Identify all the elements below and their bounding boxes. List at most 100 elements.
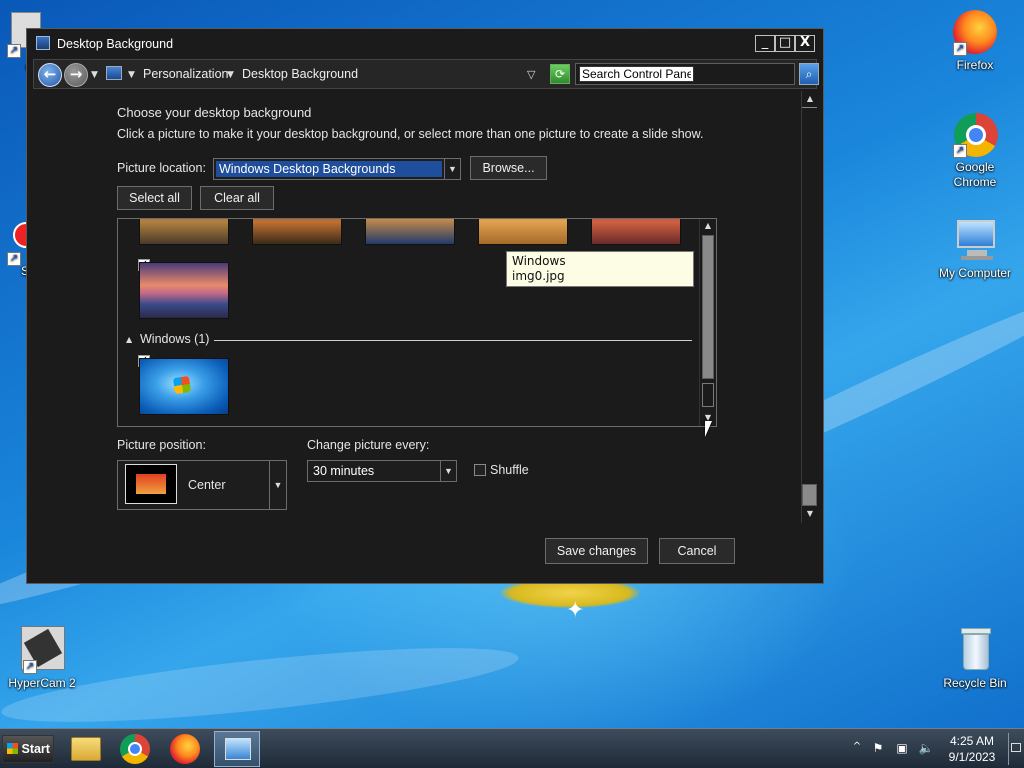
action-center-flag-icon[interactable]: ⚑: [870, 741, 886, 757]
computer-icon: [951, 216, 999, 264]
mouse-cursor: [705, 421, 712, 437]
shuffle-checkbox[interactable]: [474, 464, 486, 476]
shortcut-arrow-icon: ↗: [7, 44, 21, 58]
refresh-icon[interactable]: ⟳: [550, 64, 570, 84]
shortcut-arrow-icon: ↗: [953, 144, 967, 158]
show-desktop-button[interactable]: [1008, 733, 1022, 765]
firefox-icon: [170, 734, 200, 764]
folder-icon: [71, 737, 101, 761]
forward-button[interactable]: →: [64, 63, 88, 87]
change-picture-interval-select[interactable]: 30 minutes ▼: [307, 460, 457, 482]
thumbnail-canyon[interactable]: [252, 219, 342, 245]
chrome-icon-center: [128, 742, 142, 756]
picture-position-value: Center: [188, 478, 226, 492]
breadcrumb-personalization[interactable]: Personalization: [143, 67, 228, 81]
thumbnail-arch[interactable]: [591, 219, 681, 245]
firefox-icon: ↗: [951, 8, 999, 56]
shortcut-arrow-icon: ↗: [23, 660, 37, 674]
close-button[interactable]: X: [795, 35, 815, 52]
thumbnail-windows-default[interactable]: [139, 358, 229, 415]
group-divider: [214, 340, 692, 341]
change-picture-value: 30 minutes: [313, 464, 375, 478]
desktop-background-window: Desktop Background _ □ X ← → ▼ ▼ Persona…: [26, 28, 824, 584]
thumbnail-tooltip: Windows img0.jpg: [506, 251, 694, 287]
back-button[interactable]: ←: [38, 63, 62, 87]
breadcrumb-root-chevron-icon[interactable]: ▼: [128, 70, 135, 80]
browse-button[interactable]: Browse...: [470, 156, 547, 180]
minimize-button[interactable]: _: [755, 35, 775, 52]
network-icon[interactable]: ▣: [894, 741, 910, 757]
address-bar: ← → ▼ ▼ Personalization ▼ Desktop Backgr…: [33, 59, 819, 89]
taskbar-firefox[interactable]: [166, 731, 206, 767]
collapse-group-icon[interactable]: ▲: [126, 335, 132, 344]
start-button[interactable]: Start: [2, 735, 54, 763]
taskbar-control-panel-active[interactable]: [214, 731, 260, 767]
picture-position-select[interactable]: Center ▼: [117, 460, 287, 510]
main-scrollbar[interactable]: ▲ ▼: [801, 91, 817, 523]
clock-time: 4:25 AM: [949, 734, 995, 748]
position-preview: [125, 464, 177, 504]
taskbar-explorer[interactable]: [66, 731, 106, 767]
recycle-bin-icon: [951, 626, 999, 674]
thumbnail-lake[interactable]: [365, 219, 455, 245]
window-titlebar[interactable]: Desktop Background _ □ X: [27, 29, 823, 59]
taskbar: Start ^ ⚑ ▣ 🔈 4:25 AM 9/1/2023: [0, 728, 1024, 768]
gallery-scrollbar[interactable]: ▲ ▼: [699, 219, 716, 426]
main-scroll-thumb[interactable]: [802, 484, 817, 506]
desktop-icon-my-computer[interactable]: My Computer: [932, 216, 1018, 281]
picture-location-select[interactable]: Windows Desktop Backgrounds ▼: [213, 158, 461, 180]
thumbnail-sunset-lake[interactable]: [139, 262, 229, 319]
scroll-up-icon[interactable]: ▲: [805, 94, 815, 104]
taskbar-chrome[interactable]: [116, 731, 156, 767]
cancel-button[interactable]: Cancel: [659, 538, 735, 564]
save-changes-button[interactable]: Save changes: [545, 538, 648, 564]
search-input[interactable]: [579, 66, 694, 82]
desktop-icon-hypercam[interactable]: ↗ HyperCam 2: [0, 626, 82, 691]
picture-location-label: Picture location:: [117, 161, 206, 175]
maximize-button[interactable]: □: [775, 35, 795, 52]
page-heading: Choose your desktop background: [117, 105, 312, 120]
picture-location-value: Windows Desktop Backgrounds: [216, 161, 442, 177]
scroll-down-icon[interactable]: ▼: [805, 509, 815, 519]
thumbnail-desert[interactable]: [478, 219, 568, 245]
clock-date: 9/1/2023: [948, 750, 996, 764]
select-all-button[interactable]: Select all: [117, 186, 192, 210]
control-panel-icon: [225, 738, 251, 760]
clear-all-button[interactable]: Clear all: [200, 186, 274, 210]
chevron-down-icon: ▼: [269, 461, 286, 509]
thumbnail-landscape[interactable]: [139, 219, 229, 245]
control-panel-icon: [36, 36, 50, 50]
gallery-scroll-track[interactable]: [702, 383, 714, 407]
scroll-track-line: [802, 107, 817, 108]
chevron-down-icon: ▼: [440, 461, 456, 481]
breadcrumb-desktop-background[interactable]: Desktop Background: [242, 67, 358, 81]
shortcut-arrow-icon: ↗: [953, 42, 967, 56]
windows-logo-icon: [7, 743, 18, 754]
group-header-windows[interactable]: Windows (1): [140, 332, 209, 346]
windows-logo-icon: [172, 375, 192, 395]
page-description: Click a picture to make it your desktop …: [117, 127, 704, 141]
show-desktop-icon: [1011, 743, 1021, 752]
address-history-dropdown-icon[interactable]: ▽: [527, 68, 535, 81]
start-label: Start: [21, 742, 50, 756]
desktop-icon-firefox[interactable]: ↗ Firefox: [932, 8, 1018, 73]
control-panel-icon: [106, 66, 122, 80]
chevron-down-icon: ▼: [444, 159, 460, 179]
system-clock[interactable]: 4:25 AM 9/1/2023: [940, 733, 1004, 765]
volume-muted-icon[interactable]: 🔈: [918, 741, 934, 757]
gallery-scroll-thumb[interactable]: [702, 235, 714, 379]
wallpaper-star: ✦: [566, 598, 585, 623]
breadcrumb-chevron-icon[interactable]: ▼: [227, 70, 234, 80]
desktop-icon-chrome[interactable]: ↗ Google Chrome: [932, 110, 1018, 190]
window-title: Desktop Background: [57, 37, 174, 51]
shortcut-arrow-icon: ↗: [7, 252, 21, 266]
search-icon[interactable]: ⌕: [799, 63, 819, 85]
picture-gallery: ✓ Windows img0.jpg ▲ Windows (1) ✓ ▲ ▼: [117, 218, 717, 427]
recent-pages-dropdown-icon[interactable]: ▼: [91, 70, 98, 80]
search-box: [575, 63, 795, 85]
preview-image: [136, 474, 166, 494]
scroll-up-icon[interactable]: ▲: [703, 221, 713, 231]
desktop-icon-recycle-bin[interactable]: Recycle Bin: [932, 626, 1018, 691]
show-hidden-icons-chevron-icon[interactable]: ^: [849, 741, 865, 757]
camera-icon: ↗: [15, 626, 65, 674]
